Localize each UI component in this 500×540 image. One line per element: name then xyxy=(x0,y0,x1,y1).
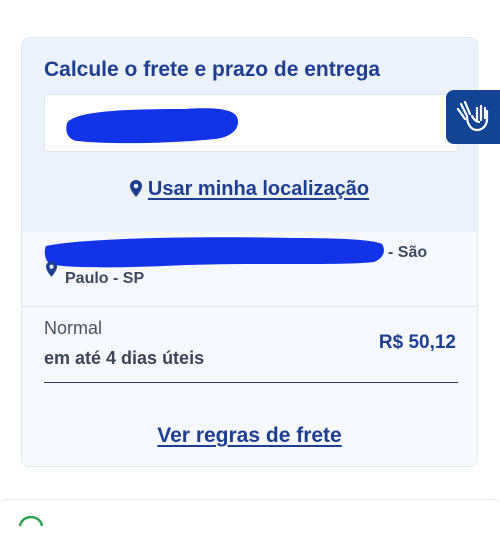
address-city-state: Paulo - SP xyxy=(65,270,145,287)
shipping-option-delivery-time: em até 4 dias úteis xyxy=(44,348,205,368)
accessibility-button[interactable] xyxy=(446,90,500,144)
shipping-rules-link[interactable]: Ver regras de frete xyxy=(22,424,477,448)
use-my-location-label: Usar minha localização xyxy=(147,178,370,200)
sign-language-hands-icon xyxy=(456,100,489,132)
divider xyxy=(44,382,458,383)
redaction-mark xyxy=(44,237,384,268)
cep-input[interactable] xyxy=(44,94,458,152)
divider xyxy=(22,306,477,307)
next-section-card xyxy=(0,499,500,540)
shipping-rules-label: Ver regras de frete xyxy=(157,424,342,447)
address-section: - São Paulo - SP xyxy=(22,232,477,304)
address-tail: - São xyxy=(388,244,428,261)
location-pin-icon xyxy=(129,180,142,197)
use-my-location-link[interactable]: Usar minha localização xyxy=(22,178,477,201)
redaction-mark xyxy=(66,108,239,144)
shipping-calculator-card: Calcule o frete e prazo de entrega Usar … xyxy=(21,37,478,467)
check-circle-icon xyxy=(18,516,44,526)
shipping-title: Calcule o frete e prazo de entrega xyxy=(44,58,381,81)
location-pin-icon xyxy=(46,261,57,277)
shipping-option-name: Normal xyxy=(44,318,103,338)
shipping-option-price: R$ 50,12 xyxy=(378,332,456,353)
